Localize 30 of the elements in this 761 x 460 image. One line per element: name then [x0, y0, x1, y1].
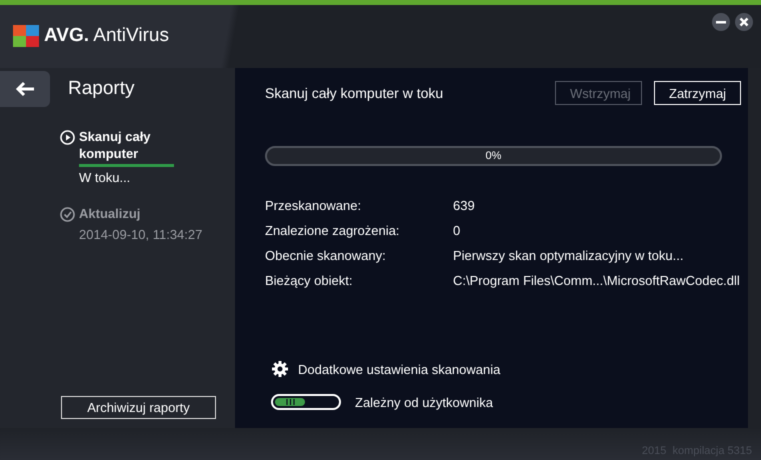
back-button[interactable]	[0, 71, 50, 107]
toggle-switch[interactable]	[271, 394, 341, 410]
report-status: W toku...	[79, 170, 132, 185]
play-icon	[60, 130, 75, 145]
report-item[interactable]: Aktualizuj	[79, 205, 174, 224]
grip-icon	[286, 399, 294, 405]
report-item[interactable]: Skanuj cały komputer	[79, 128, 174, 167]
settings-icon[interactable]	[272, 361, 288, 377]
minimize-icon[interactable]	[712, 13, 730, 31]
archive-button[interactable]: Archiwizuj raporty	[61, 396, 216, 419]
logo-icon	[13, 25, 39, 47]
detail-label: Bieżący obiekt:	[265, 273, 354, 289]
report-status: 2014-09-10, 11:34:27	[79, 227, 202, 242]
close-icon[interactable]	[735, 13, 753, 31]
detail-value: Pierwszy skan optymalizacyjny w toku...	[453, 248, 684, 264]
detail-label: Znalezione zagrożenia:	[265, 223, 400, 239]
detail-label: Przeskanowane:	[265, 198, 362, 214]
detail-value: 0	[453, 223, 462, 239]
arrow-left-icon	[15, 81, 35, 97]
detail-value: C:\Program Files\Comm...\MicrosoftRawCodec.dll	[453, 273, 741, 289]
detail-label: Obecnie skanowany:	[265, 248, 387, 264]
check-icon	[60, 207, 75, 222]
page-title: Raporty	[68, 78, 135, 100]
toggle-label: Zależny od użytkownika	[355, 394, 494, 410]
stop-button[interactable]: Zatrzymaj	[654, 81, 741, 105]
window-title: AVG. AntiVirus	[44, 25, 169, 47]
detail-value: 639	[453, 198, 476, 214]
scan-settings-link[interactable]: Dodatkowe ustawienia skanowania	[298, 362, 500, 376]
scan-title: Skanuj cały komputer w toku	[265, 85, 444, 101]
progress-reading: 0%	[484, 149, 502, 164]
